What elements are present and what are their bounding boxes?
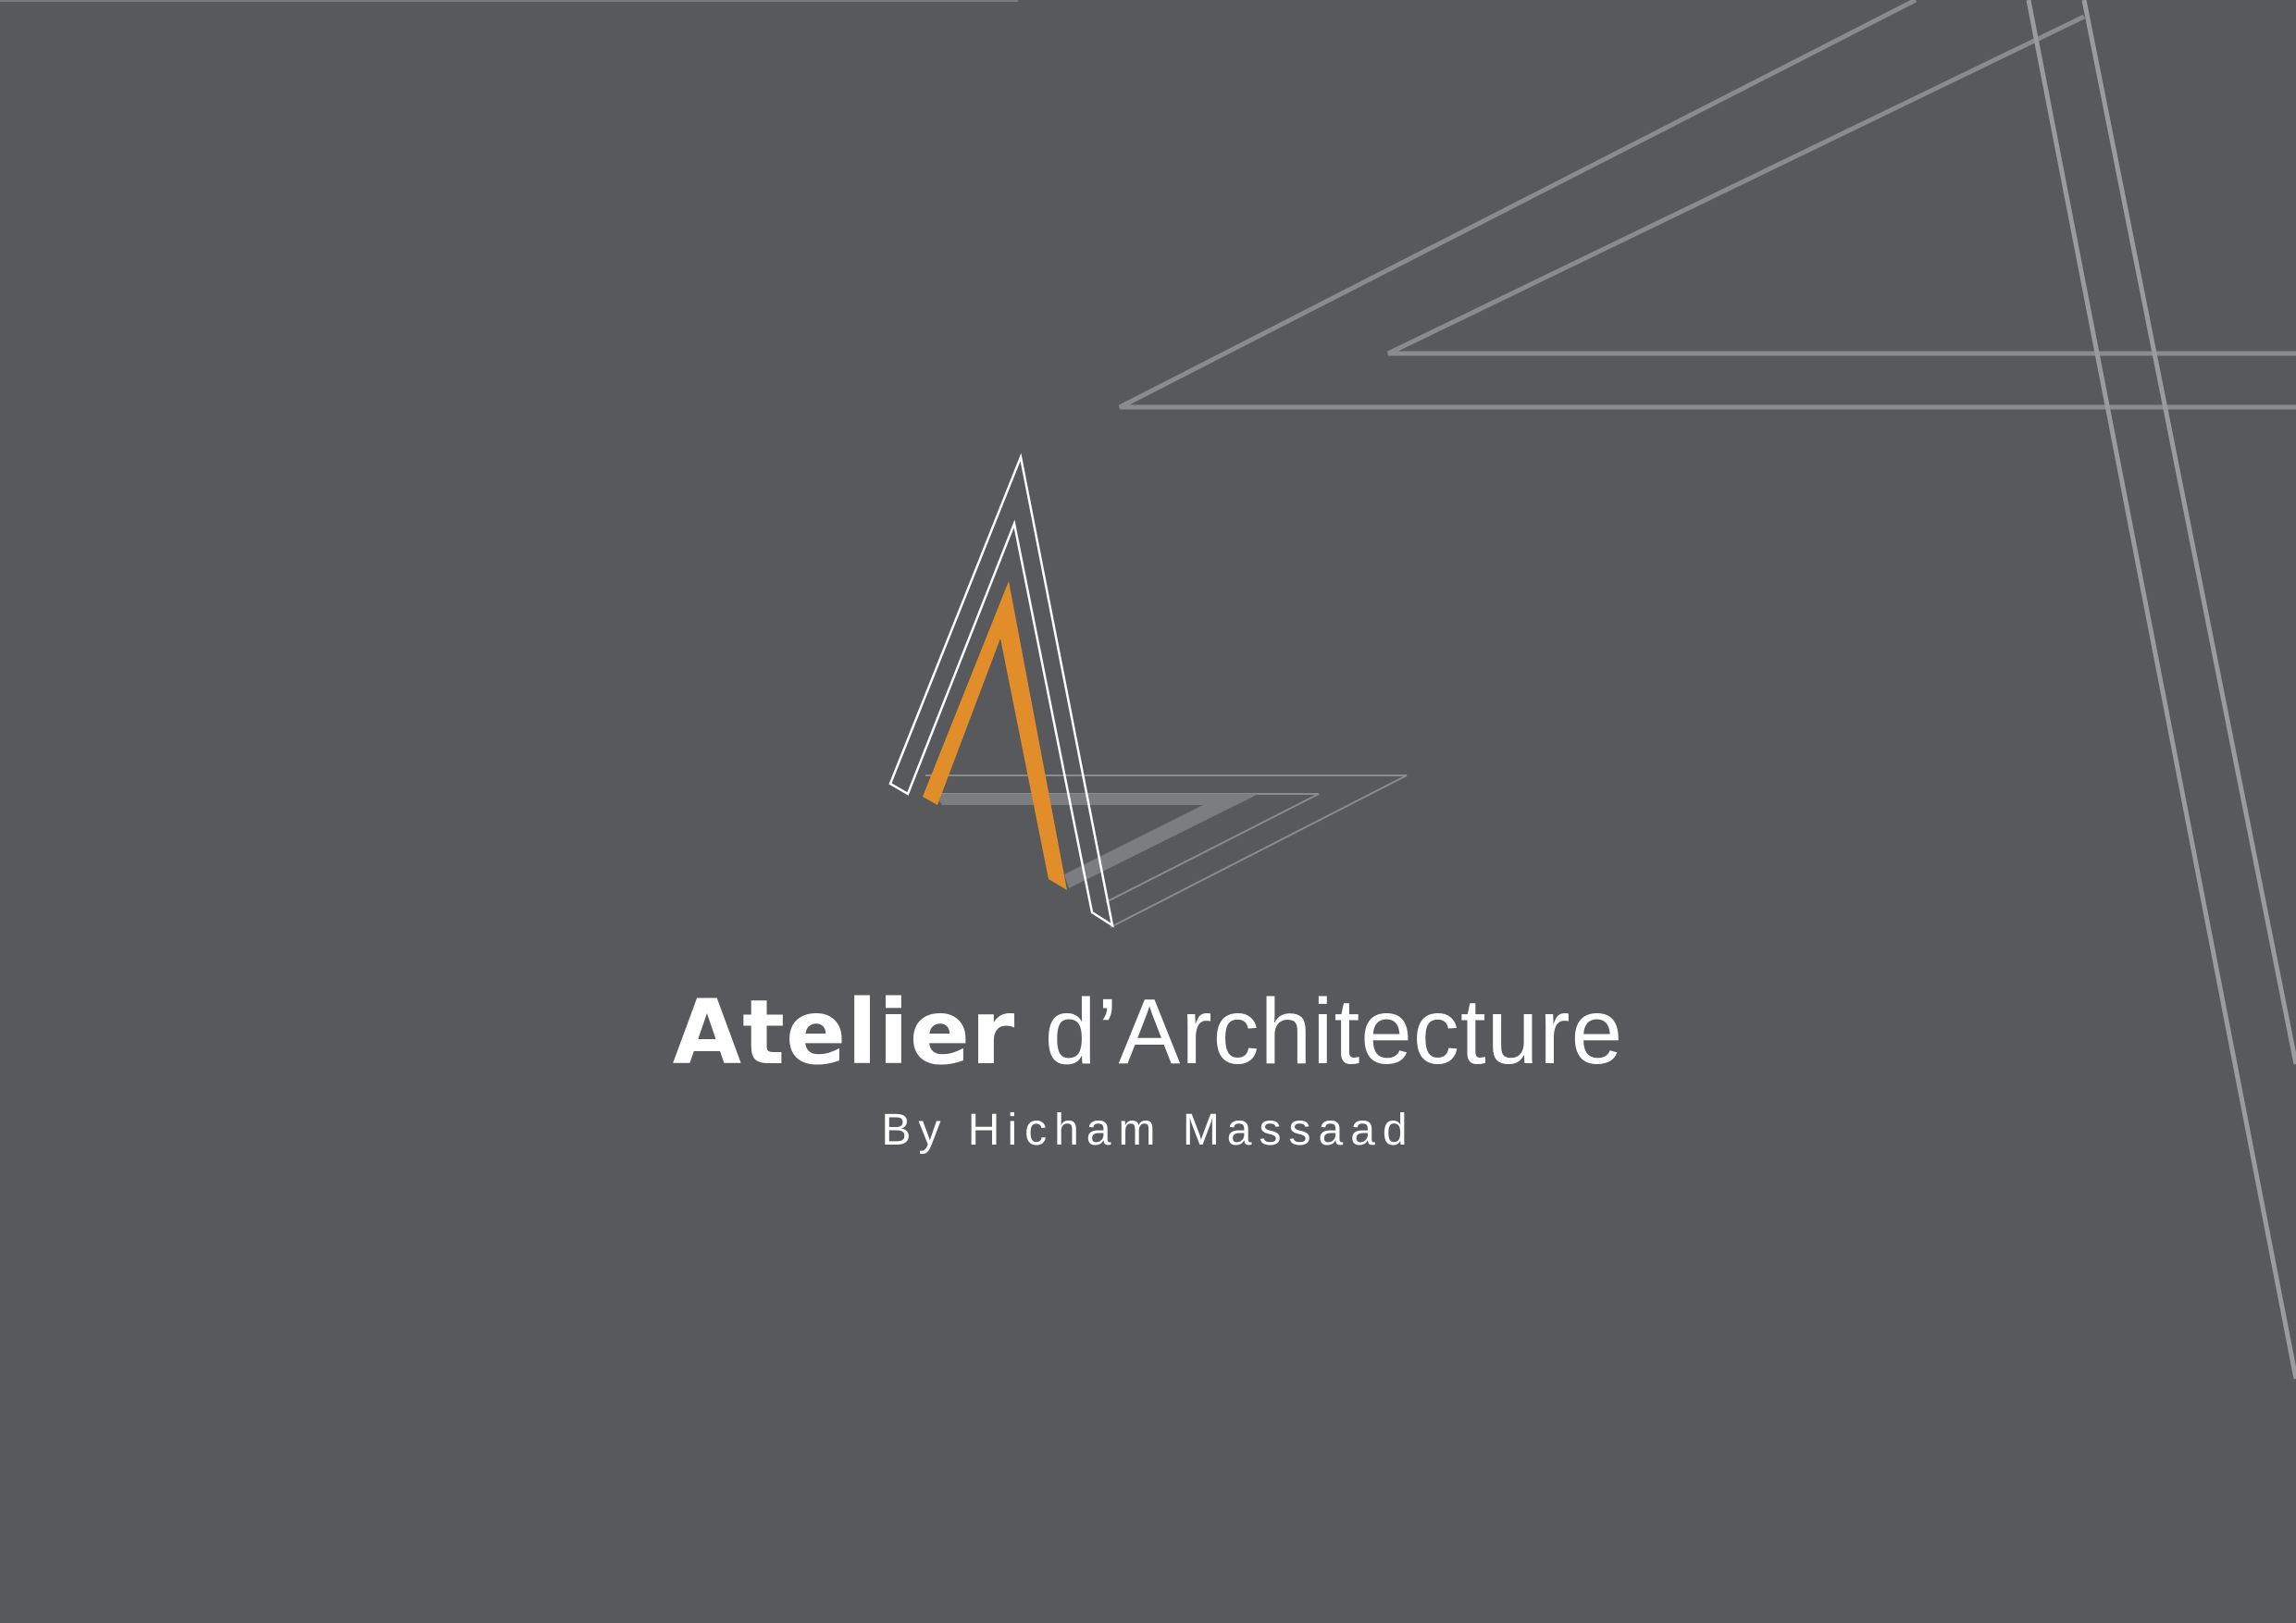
brand-title: Atelier d’Architecture xyxy=(0,972,2296,1093)
architecture-a-logo-icon xyxy=(888,452,1408,928)
title-page: Atelier d’Architecture By Hicham Massaad xyxy=(0,0,2296,1623)
brand-byline: By Hicham Massaad xyxy=(881,1106,1415,1155)
brand-name-bold: Atelier xyxy=(672,981,1016,1084)
brand-name-light: d’Architecture xyxy=(1044,980,1624,1084)
